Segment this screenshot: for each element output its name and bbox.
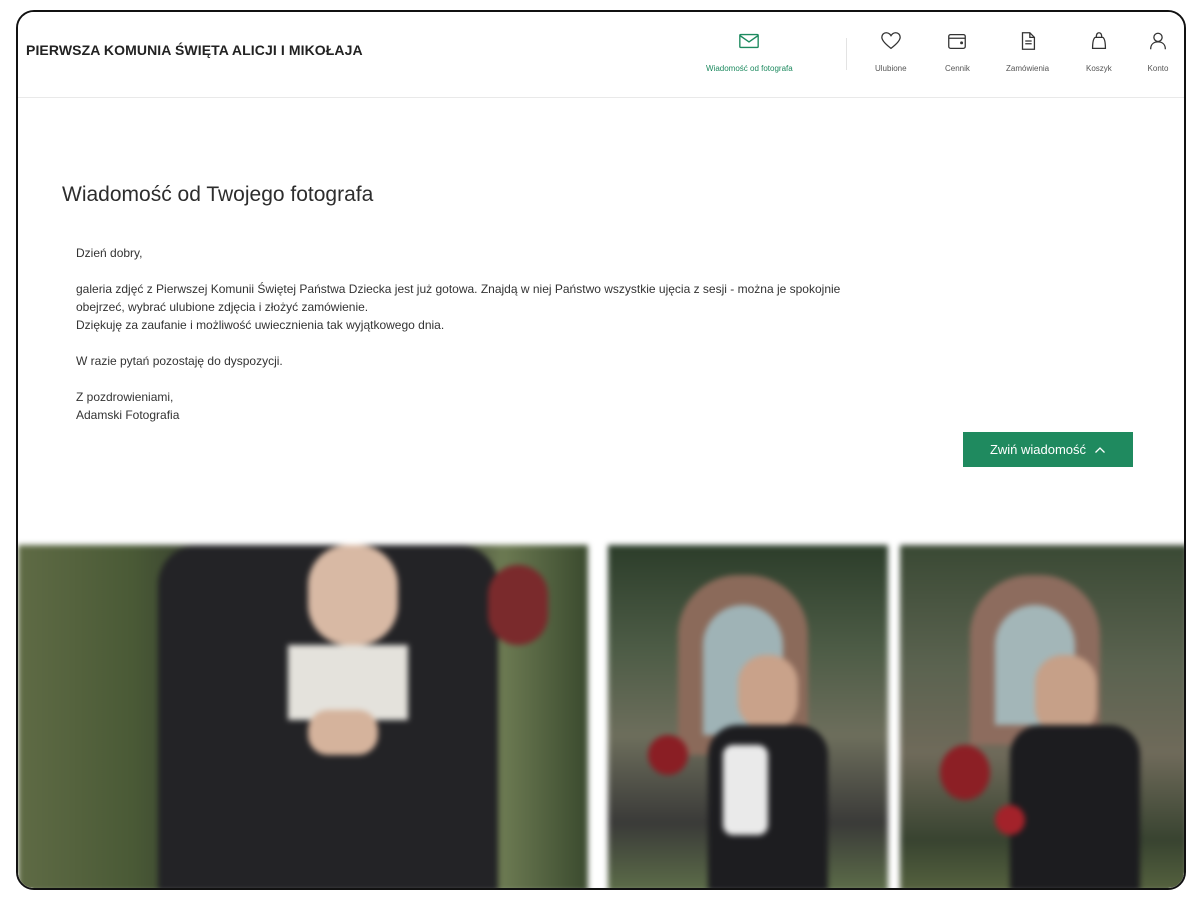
message-signature: Adamski Fotografia <box>76 408 180 422</box>
message-line: obejrzeć, wybrać ulubione zdjęcia i złoż… <box>76 300 369 314</box>
gallery-photo[interactable] <box>608 545 888 888</box>
collapse-message-button[interactable]: Zwiń wiadomość <box>963 432 1133 467</box>
message-line: W razie pytań pozostaję do dyspozycji. <box>76 354 283 368</box>
envelope-icon <box>739 33 760 49</box>
nav-orders-label: Zamówienia <box>1006 64 1050 73</box>
message-line: Dziękuję za zaufanie i możliwość uwieczn… <box>76 318 445 332</box>
nav-message-label: Wiadomość od fotografa <box>706 64 793 73</box>
nav-message[interactable]: Wiadomość od fotografa <box>706 30 793 73</box>
nav-account[interactable]: Konto <box>1147 30 1169 73</box>
collapse-message-label: Zwiń wiadomość <box>989 442 1087 457</box>
nav-divider <box>846 38 847 70</box>
nav-cart[interactable]: Koszyk <box>1086 30 1112 73</box>
photo-grid <box>18 545 1184 888</box>
gallery-photo[interactable] <box>18 545 588 888</box>
heart-icon <box>880 32 901 50</box>
user-icon <box>1150 32 1166 50</box>
photographer-message: Wiadomość od Twojego fotografa Dzień dob… <box>18 99 1184 545</box>
nav-account-label: Konto <box>1147 64 1169 73</box>
message-heading: Wiadomość od Twojego fotografa <box>62 183 374 206</box>
nav-pricing-label: Cennik <box>945 64 970 73</box>
nav-favorites[interactable]: Ulubione <box>875 30 907 73</box>
message-body: Dzień dobry, galeria zdjęć z Pierwszej K… <box>76 244 956 424</box>
app-window: PIERWSZA KOMUNIA ŚWIĘTA ALICJI I MIKOŁAJ… <box>16 10 1186 890</box>
gallery-title: PIERWSZA KOMUNIA ŚWIĘTA ALICJI I MIKOŁAJ… <box>26 42 363 58</box>
message-greeting: Dzień dobry, <box>76 246 143 260</box>
message-line: galeria zdjęć z Pierwszej Komunii Święte… <box>76 282 841 296</box>
nav-pricing[interactable]: Cennik <box>945 30 970 73</box>
gallery-photo[interactable] <box>900 545 1184 888</box>
chevron-up-icon <box>1095 446 1106 453</box>
header: PIERWSZA KOMUNIA ŚWIĘTA ALICJI I MIKOŁAJ… <box>18 12 1184 98</box>
bag-icon <box>1091 32 1106 49</box>
nav-orders[interactable]: Zamówienia <box>1006 30 1049 73</box>
message-closing: Z pozdrowieniami, <box>76 390 174 404</box>
document-icon <box>1021 32 1035 50</box>
nav-favorites-label: Ulubione <box>875 64 907 73</box>
wallet-icon <box>948 33 967 49</box>
nav-cart-label: Koszyk <box>1086 64 1112 73</box>
